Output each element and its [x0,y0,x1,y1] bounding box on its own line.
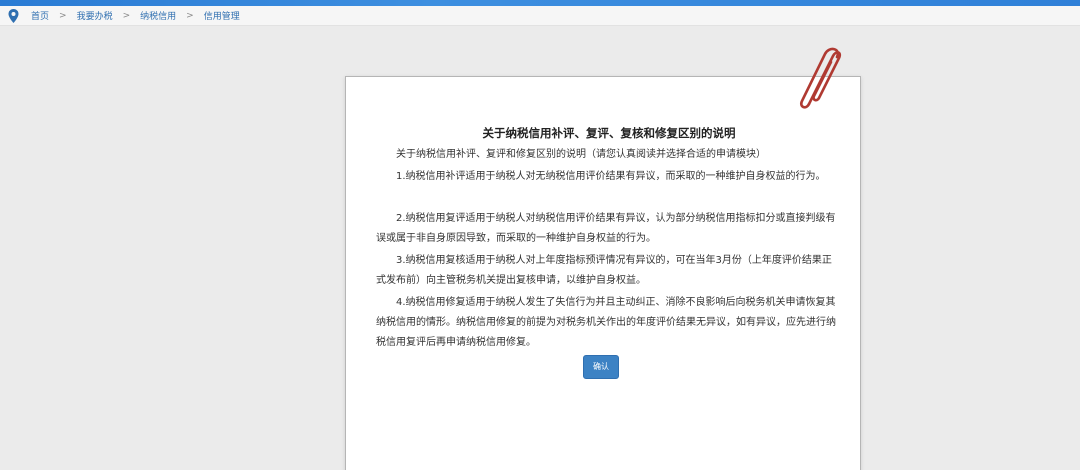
location-pin-icon [8,8,19,23]
breadcrumb-separator: > [59,10,67,21]
breadcrumb-tax-services[interactable]: 我要办税 [77,9,113,22]
breadcrumb-credit-management[interactable]: 信用管理 [204,9,240,22]
paragraph-supplementary-rating: 1.纳税信用补评适用于纳税人对无纳税信用评价结果有异议，而采取的一种维护自身权益… [396,171,826,182]
paperclip-icon [800,47,842,109]
breadcrumb-separator: > [186,10,194,21]
paragraph-review: 3.纳税信用复核适用于纳税人对上年度指标预评情况有异议的，可在当年3月份（上年度… [376,255,832,286]
confirm-button[interactable]: 确认 [583,355,619,379]
paragraph-repair: 4.纳税信用修复适用于纳税人发生了失信行为并且主动纠正、消除不良影响后向税务机关… [376,297,836,348]
breadcrumb-home[interactable]: 首页 [31,9,49,22]
breadcrumb-tax-credit[interactable]: 纳税信用 [140,9,176,22]
breadcrumb: 首页 > 我要办税 > 纳税信用 > 信用管理 [0,6,1080,26]
breadcrumb-separator: > [122,10,131,21]
dialog-title: 关于纳税信用补评、复评、复核和修复区别的说明 [482,126,736,140]
dialog-intro: 关于纳税信用补评、复评和修复区别的说明（请您认真阅读并选择合适的申请模块） [396,149,766,160]
paragraph-re-rating: 2.纳税信用复评适用于纳税人对纳税信用评价结果有异议，认为部分纳税信用指标扣分或… [376,213,836,244]
notice-dialog: 关于纳税信用补评、复评、复核和修复区别的说明 关于纳税信用补评、复评和修复区别的… [345,76,861,470]
